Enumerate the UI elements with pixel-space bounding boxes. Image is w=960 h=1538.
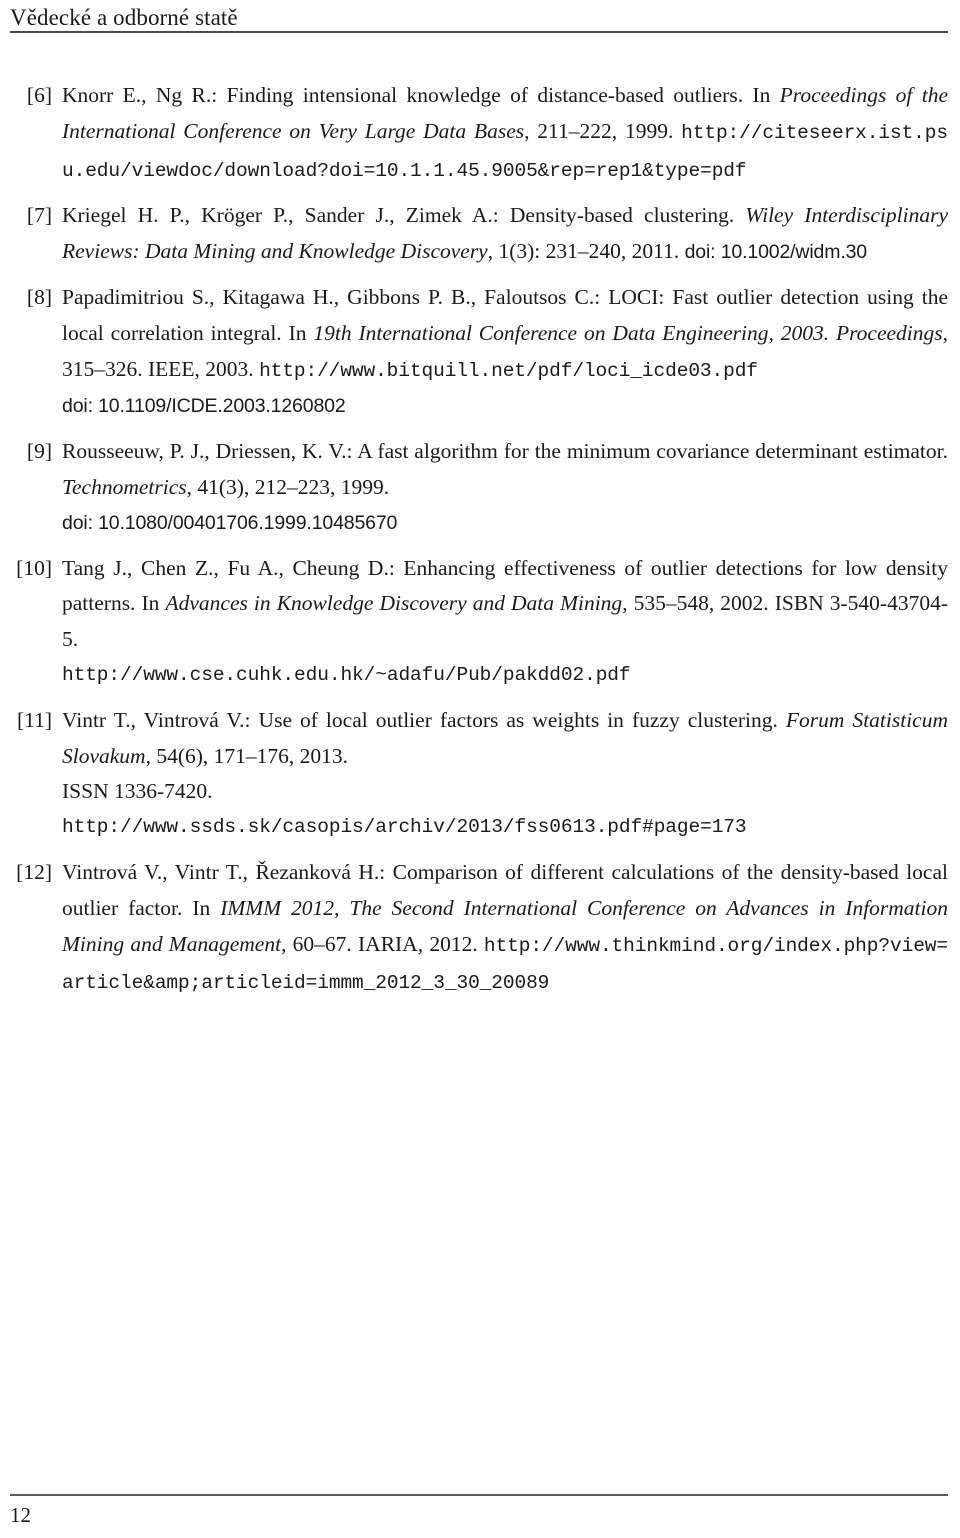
header-divider	[10, 31, 948, 33]
reference-doi[interactable]: doi: 10.1109/ICDE.2003.1260802	[62, 389, 948, 425]
reference-label: [10]	[16, 555, 52, 580]
footer-divider	[10, 1494, 948, 1496]
reference-title: Use of local outlier factors as weights …	[258, 707, 778, 732]
reference-doi[interactable]: doi: 10.1080/00401706.1999.10485670	[62, 506, 948, 542]
reference-body: Vintrová V., Vintr T., Řezanková H.: Com…	[62, 859, 949, 995]
reference-title: Density-based clustering.	[509, 203, 735, 228]
reference-body: Kriegel H. P., Kröger P., Sander J., Zim…	[62, 203, 948, 264]
page-title: Vědecké a odborné statě	[10, 5, 238, 30]
bibliography-entry: [9] Rousseeuw, P. J., Driessen, K. V.: A…	[10, 434, 948, 541]
reference-label: [6]	[26, 83, 52, 107]
reference-authors: Vintr T., Vintrová V.	[62, 707, 245, 732]
reference-venue: Advances in Knowledge Discovery and Data…	[165, 591, 623, 616]
bibliography-entry: [7] Kriegel H. P., Kröger P., Sander J.,…	[10, 198, 948, 271]
reference-issn: ISSN 1336-7420.	[62, 779, 213, 804]
reference-url[interactable]: http://www.ssds.sk/casopis/archiv/2013/f…	[62, 810, 948, 846]
reference-label: [12]	[16, 859, 52, 884]
bibliography-list: [6] Knorr E., Ng R.: Finding intensional…	[10, 78, 948, 1002]
reference-body: Vintr T., Vintrová V.: Use of local outl…	[62, 703, 948, 846]
reference-title: A fast algorithm for the minimum covaria…	[357, 439, 948, 464]
reference-body: Rousseeuw, P. J., Driessen, K. V.: A fas…	[62, 434, 948, 541]
reference-in-word: In	[141, 591, 160, 616]
reference-title: Finding intensional knowledge of distanc…	[226, 83, 744, 107]
reference-pages-year: , 54(6), 171–176, 2013.	[145, 743, 349, 768]
bibliography-entry: [10] Tang J., Chen Z., Fu A., Cheung D.:…	[10, 551, 948, 694]
reference-authors: Papadimitriou S., Kitagawa H., Gibbons P…	[62, 284, 595, 309]
reference-authors: Knorr E., Ng R.	[62, 83, 212, 107]
reference-body: Knorr E., Ng R.: Finding intensional kno…	[62, 83, 948, 182]
reference-venue: Technometrics	[62, 474, 187, 499]
reference-pages-year: , 211–222, 1999.	[524, 118, 682, 143]
bibliography-entry: [6] Knorr E., Ng R.: Finding intensional…	[10, 78, 948, 189]
page-header: Vědecké a odborné statě	[10, 4, 948, 34]
reference-label: [9]	[26, 439, 52, 464]
reference-label: [11]	[16, 707, 52, 732]
reference-pages-year: , 60–67. IARIA, 2012.	[281, 931, 484, 956]
reference-in-word: In	[288, 320, 307, 345]
document-page: Vědecké a odborné statě [6] Knorr E., Ng…	[0, 0, 960, 1538]
reference-pages-year: , 41(3), 212–223, 1999.	[186, 474, 390, 499]
reference-pages-year: , 1(3): 231–240, 2011.	[487, 239, 685, 264]
page-number: 12	[10, 1503, 31, 1527]
reference-body: Tang J., Chen Z., Fu A., Cheung D.: Enha…	[62, 551, 948, 694]
bibliography-entry: [8] Papadimitriou S., Kitagawa H., Gibbo…	[10, 280, 948, 425]
reference-url[interactable]: http://www.cse.cuhk.edu.hk/~adafu/Pub/pa…	[62, 658, 948, 694]
reference-in-word: In	[752, 83, 771, 107]
reference-authors: Vintrová V., Vintr T., Řezanková H.	[62, 859, 380, 884]
reference-url[interactable]: http://www.bitquill.net/pdf/loci_icde03.…	[259, 360, 758, 382]
reference-authors: Tang J., Chen Z., Fu A., Cheung D.	[62, 555, 389, 580]
reference-label: [7]	[26, 203, 52, 228]
reference-doi[interactable]: doi: 10.1002/widm.30	[685, 241, 868, 263]
reference-authors: Rousseeuw, P. J., Driessen, K. V.	[62, 439, 347, 464]
bibliography-entry: [12] Vintrová V., Vintr T., Řezanková H.…	[10, 855, 948, 1002]
reference-in-word: In	[192, 895, 211, 920]
reference-label: [8]	[26, 284, 52, 309]
reference-venue: 19th International Conference on Data En…	[313, 320, 943, 345]
reference-authors: Kriegel H. P., Kröger P., Sander J., Zim…	[62, 203, 493, 228]
reference-body: Papadimitriou S., Kitagawa H., Gibbons P…	[62, 280, 948, 425]
bibliography-entry: [11] Vintr T., Vintrová V.: Use of local…	[10, 703, 948, 846]
